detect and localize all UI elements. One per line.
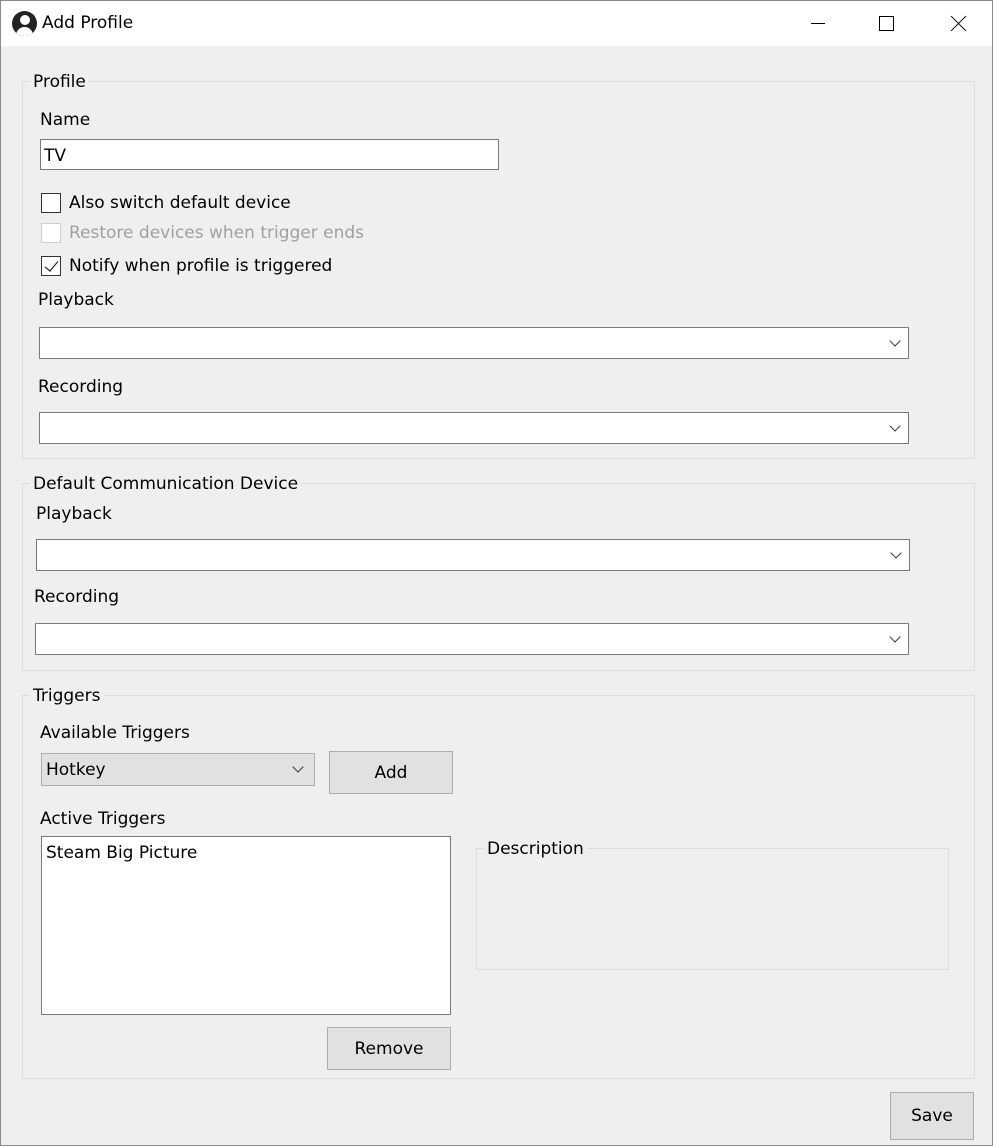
name-label: Name bbox=[40, 110, 91, 130]
description-group bbox=[476, 848, 949, 970]
save-button[interactable]: Save bbox=[890, 1092, 974, 1140]
notify-triggered-label[interactable]: Notify when profile is triggered bbox=[69, 256, 332, 276]
remove-trigger-button[interactable]: Remove bbox=[327, 1027, 451, 1070]
chevron-down-icon bbox=[889, 335, 901, 347]
minimize-button[interactable] bbox=[784, 1, 852, 46]
list-item[interactable]: Steam Big Picture bbox=[46, 843, 197, 863]
chevron-down-icon bbox=[292, 761, 304, 773]
active-triggers-list[interactable]: Steam Big Picture bbox=[41, 836, 451, 1015]
add-trigger-button[interactable]: Add bbox=[329, 751, 453, 794]
communication-playback-select[interactable] bbox=[36, 539, 910, 571]
profile-group-label: Profile bbox=[30, 72, 89, 92]
user-circle-icon bbox=[12, 11, 37, 36]
triggers-group-label: Triggers bbox=[30, 686, 104, 706]
chevron-down-icon bbox=[889, 631, 901, 643]
add-profile-window: Add Profile Profile Name TV Also switch … bbox=[0, 0, 993, 1146]
name-input[interactable]: TV bbox=[40, 139, 499, 170]
title-bar[interactable]: Add Profile bbox=[1, 1, 992, 46]
available-triggers-value: Hotkey bbox=[46, 760, 106, 780]
communication-recording-select[interactable] bbox=[35, 623, 909, 655]
communication-recording-label: Recording bbox=[34, 587, 120, 607]
minimize-icon bbox=[811, 23, 825, 24]
chevron-down-icon bbox=[889, 420, 901, 432]
profile-playback-select[interactable] bbox=[39, 327, 909, 359]
description-label: Description bbox=[484, 839, 587, 859]
notify-triggered-checkbox[interactable] bbox=[41, 256, 61, 276]
communication-group-label: Default Communication Device bbox=[30, 474, 302, 494]
chevron-down-icon bbox=[890, 547, 902, 559]
close-button[interactable] bbox=[922, 1, 990, 46]
available-triggers-select[interactable]: Hotkey bbox=[41, 753, 315, 786]
also-switch-default-label[interactable]: Also switch default device bbox=[69, 193, 291, 213]
maximize-button[interactable] bbox=[852, 1, 920, 46]
maximize-icon bbox=[879, 16, 894, 31]
restore-devices-label: Restore devices when trigger ends bbox=[69, 223, 365, 243]
window-title: Add Profile bbox=[42, 13, 134, 33]
available-triggers-label: Available Triggers bbox=[40, 723, 190, 743]
profile-recording-select[interactable] bbox=[39, 412, 909, 444]
profile-playback-label: Playback bbox=[38, 290, 114, 310]
profile-recording-label: Recording bbox=[38, 377, 124, 397]
also-switch-default-checkbox[interactable] bbox=[41, 193, 61, 213]
close-icon bbox=[950, 15, 966, 31]
communication-playback-label: Playback bbox=[36, 504, 112, 524]
restore-devices-checkbox bbox=[41, 223, 61, 243]
active-triggers-label: Active Triggers bbox=[40, 809, 166, 829]
